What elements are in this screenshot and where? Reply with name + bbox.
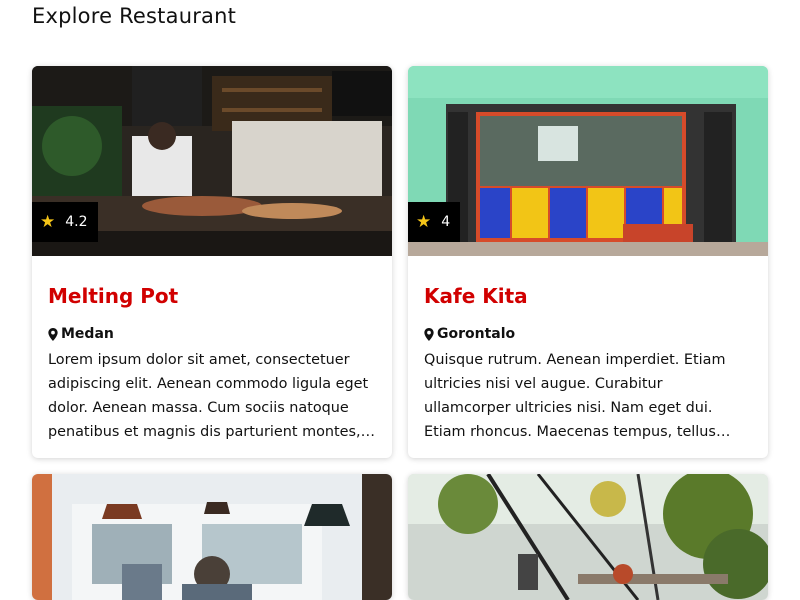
star-icon: ★ (40, 212, 56, 232)
star-icon: ★ (416, 212, 432, 232)
restaurant-name[interactable]: Kafe Kita (424, 284, 752, 308)
restaurant-description: Quisque rutrum. Aenean imperdiet. Etiam … (424, 352, 726, 440)
restaurant-card[interactable] (408, 474, 768, 600)
rating-value: 4 (441, 214, 451, 230)
restaurant-image: ★ 4.2 (32, 66, 392, 256)
restaurant-image: ★ 4 (408, 66, 768, 256)
page-title: Explore Restaurant (32, 4, 237, 28)
city-label: Medan (61, 326, 114, 342)
city-label: Gorontalo (437, 326, 516, 342)
rating-badge: ★ 4 (408, 202, 461, 242)
map-pin-icon (48, 327, 58, 341)
rating-badge: ★ 4.2 (32, 202, 98, 242)
restaurant-card[interactable] (32, 474, 392, 600)
restaurant-card[interactable]: ★ 4 Kafe Kita Gorontalo Quisque rutrum. … (408, 66, 768, 458)
restaurant-location: Gorontalo (424, 326, 752, 342)
restaurant-location: Medan (48, 326, 376, 342)
map-pin-icon (424, 327, 434, 341)
restaurant-name[interactable]: Melting Pot (48, 284, 376, 308)
restaurant-list: ★ 4.2 Melting Pot Medan Lorem ipsum dolo… (32, 66, 768, 600)
rating-value: 4.2 (65, 214, 88, 230)
restaurant-image (408, 474, 768, 600)
restaurant-card[interactable]: ★ 4.2 Melting Pot Medan Lorem ipsum dolo… (32, 66, 392, 458)
restaurant-description: Lorem ipsum dolor sit amet, consectetuer… (48, 352, 369, 440)
restaurant-image (32, 474, 392, 600)
